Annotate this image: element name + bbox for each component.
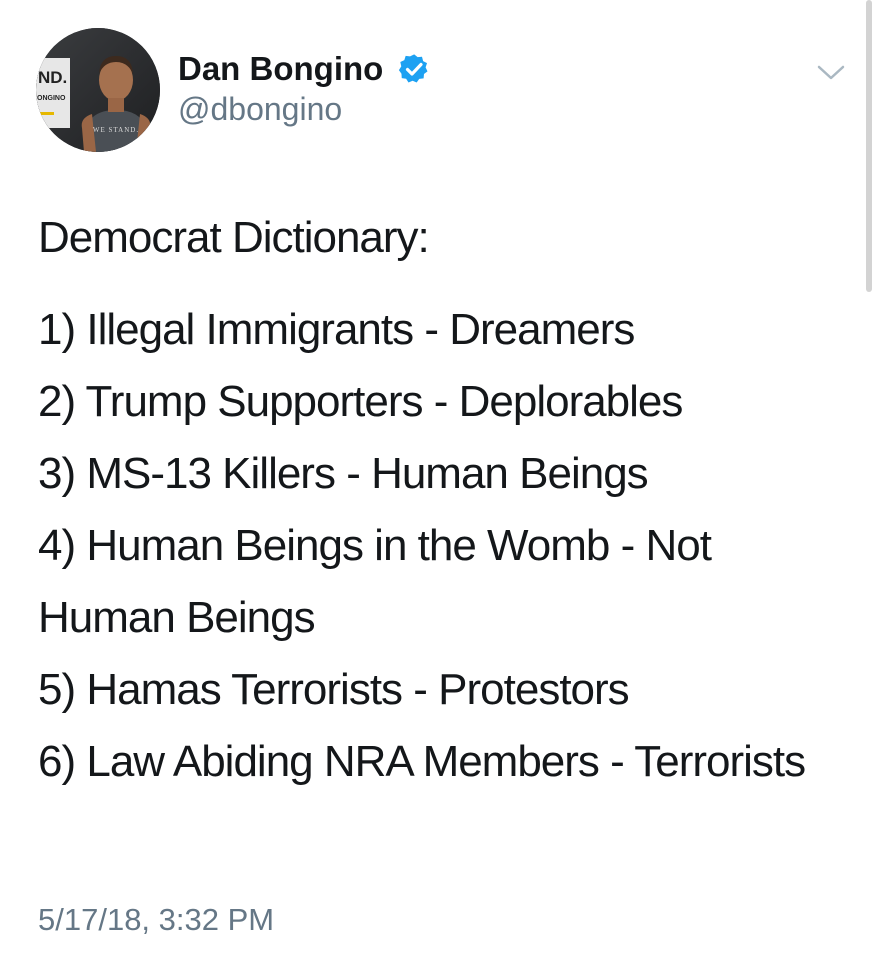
display-name[interactable]: Dan Bongino [178, 50, 383, 88]
tweet-heading: Democrat Dictionary: [38, 213, 430, 262]
user-handle[interactable]: @dbongino [178, 90, 342, 128]
tweet-timestamp[interactable]: 5/17/18, 3:32 PM [38, 900, 274, 940]
verified-badge-icon [398, 54, 428, 83]
tweet-text: Democrat Dictionary: 1) Illegal Immigran… [38, 202, 838, 798]
avatar-image: ND. ONGINO WE STAND. [36, 28, 160, 152]
chevron-down-icon[interactable] [814, 60, 848, 84]
list-item: 6) Law Abiding NRA Members - Terrorists [38, 737, 806, 786]
list-item: 4) Human Beings in the Womb - Not Human … [38, 521, 712, 642]
list-item: 5) Hamas Terrorists - Protestors [38, 665, 630, 714]
list-item: 1) Illegal Immigrants - Dreamers [38, 305, 635, 354]
scrollbar[interactable] [866, 0, 872, 292]
avatar-shirt-text: WE STAND. [93, 126, 139, 134]
avatar-logo-subtext: ONGINO [37, 95, 66, 102]
list-item: 2) Trump Supporters - Deplorables [38, 377, 683, 426]
list-item: 3) MS-13 Killers - Human Beings [38, 449, 649, 498]
tweet-card: ND. ONGINO WE STAND. Dan Bongino @dbongi… [0, 0, 878, 960]
avatar[interactable]: ND. ONGINO WE STAND. [36, 28, 160, 152]
avatar-logo-text: ND. [38, 68, 67, 87]
